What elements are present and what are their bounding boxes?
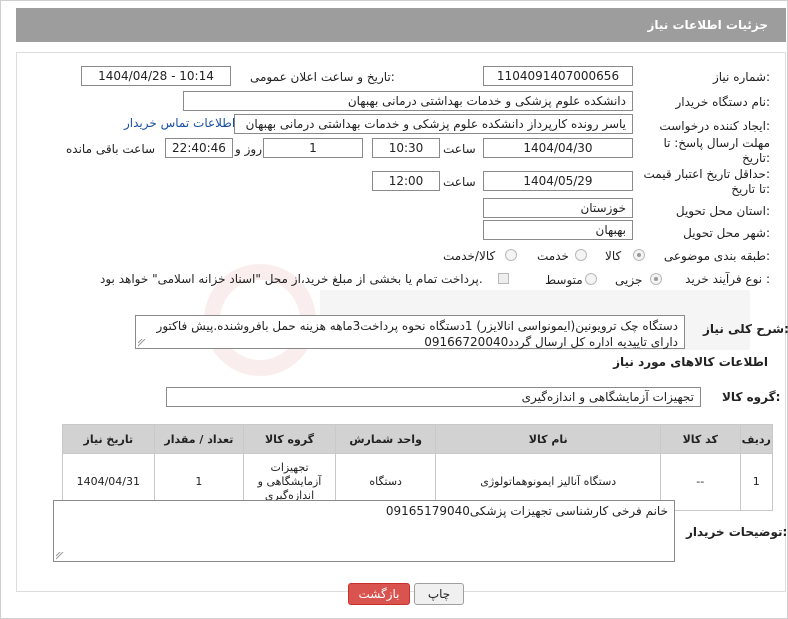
category-option-goods-service: کالا/خدمت xyxy=(443,249,496,263)
announce-field: 1404/04/28 - 10:14 xyxy=(81,66,231,86)
category-radio-goods-service[interactable] xyxy=(505,249,517,261)
city-label: شهر محل تحویل: xyxy=(683,226,770,240)
remaining-label: ساعت باقی مانده xyxy=(66,142,156,156)
reply-time-label: ساعت xyxy=(443,142,476,156)
city-field: بهبهان xyxy=(483,220,633,240)
reply-deadline-label: مهلت ارسال پاسخ: تا xyxy=(663,136,770,150)
days-label: روز و xyxy=(235,142,262,156)
reply-date-field: 1404/04/30 xyxy=(483,138,633,158)
resize-grip-icon[interactable] xyxy=(138,339,146,347)
need-number-label: شماره نیاز: xyxy=(712,70,770,84)
creator-label: ایجاد کننده درخواست: xyxy=(659,119,770,133)
category-label: طبقه بندی موضوعی: xyxy=(663,249,770,263)
print-button[interactable]: چاپ xyxy=(414,583,464,605)
buyer-notes-text: خانم فرخی کارشناسی تجهیزات پزشکی09165179… xyxy=(385,504,668,518)
contact-buyer-link[interactable]: اطلاعات تماس خریدار xyxy=(124,116,235,130)
process-radio-medium[interactable] xyxy=(585,273,597,285)
payment-note: پرداخت تمام یا بخشی از مبلغ خرید،از محل … xyxy=(100,272,483,286)
process-option-medium: متوسط xyxy=(545,273,583,287)
col-group: گروه کالا xyxy=(243,424,336,454)
back-button[interactable]: بازگشت xyxy=(348,583,410,605)
category-radio-service[interactable] xyxy=(575,249,587,261)
page-header: جزئیات اطلاعات نیاز xyxy=(16,8,786,42)
col-name: نام کالا xyxy=(435,424,661,454)
resize-grip-icon[interactable] xyxy=(56,552,64,560)
goods-group-value: تجهیزات آزمایشگاهی و اندازه‌گیری xyxy=(521,390,694,404)
price-valid-date-field: 1404/05/29 xyxy=(483,171,633,191)
col-code: کد کالا xyxy=(659,424,741,454)
creator-field: یاسر رونده کارپرداز دانشکده علوم پزشکی و… xyxy=(234,114,633,134)
price-valid-time-label: ساعت xyxy=(443,175,476,189)
category-option-goods: کالا xyxy=(605,249,622,263)
goods-table-header: تاریخ نیاز تعداد / مقدار گروه کالا واحد … xyxy=(62,424,774,454)
announce-label: تاریخ و ساعت اعلان عمومی: xyxy=(250,70,395,84)
buyer-notes-textarea[interactable]: خانم فرخی کارشناسی تجهیزات پزشکی09165179… xyxy=(53,500,675,562)
goods-group-field: تجهیزات آزمایشگاهی و اندازه‌گیری xyxy=(166,387,701,407)
buyer-org-label: نام دستگاه خریدار: xyxy=(675,95,771,109)
province-label: استان محل تحویل: xyxy=(675,204,770,218)
description-textarea[interactable]: دستگاه چک ترویونین(ایمونواسی انالایزر) 1… xyxy=(135,315,685,349)
goods-group-label: گروه کالا: xyxy=(722,390,781,404)
price-valid-time-field: 12:00 xyxy=(372,171,440,191)
price-valid-label: حداقل تاریخ اعتبار قیمت: xyxy=(643,167,770,181)
description-label: شرح کلی نیاز: xyxy=(703,322,788,336)
description-text: دستگاه چک ترویونین(ایمونواسی انالایزر) 1… xyxy=(156,319,678,349)
category-option-service: خدمت xyxy=(537,249,569,263)
process-option-minor: جزیی xyxy=(615,273,643,287)
page-title: جزئیات اطلاعات نیاز xyxy=(647,18,768,32)
process-label: نوع فرآیند خرید : xyxy=(685,272,770,286)
treasury-payment-checkbox[interactable] xyxy=(498,273,509,284)
days-field: 1 xyxy=(263,138,363,158)
category-radio-goods[interactable] xyxy=(633,249,645,261)
price-valid-label-2: تا تاریخ: xyxy=(731,182,770,196)
cell-index: 1 xyxy=(739,453,774,511)
province-field: خوزستان xyxy=(483,198,633,218)
goods-table: تاریخ نیاز تعداد / مقدار گروه کالا واحد … xyxy=(62,424,774,511)
process-radio-minor[interactable] xyxy=(650,273,662,285)
goods-section-title: اطلاعات کالاهای مورد نیاز xyxy=(613,355,768,369)
need-number-field: 1104091407000656 xyxy=(483,66,633,86)
col-need-date: تاریخ نیاز xyxy=(62,424,155,454)
col-index: ردیف xyxy=(739,424,774,454)
remaining-time-field: 22:40:46 xyxy=(165,138,233,158)
buyer-org-field: دانشکده علوم پزشکی و خدمات بهداشتی درمان… xyxy=(183,91,633,111)
reply-deadline-label-2: تاریخ: xyxy=(742,151,770,165)
buyer-notes-label: توضیحات خریدار: xyxy=(686,525,788,539)
col-qty: تعداد / مقدار xyxy=(153,424,245,454)
reply-time-field: 10:30 xyxy=(372,138,440,158)
col-unit: واحد شمارش xyxy=(334,424,437,454)
